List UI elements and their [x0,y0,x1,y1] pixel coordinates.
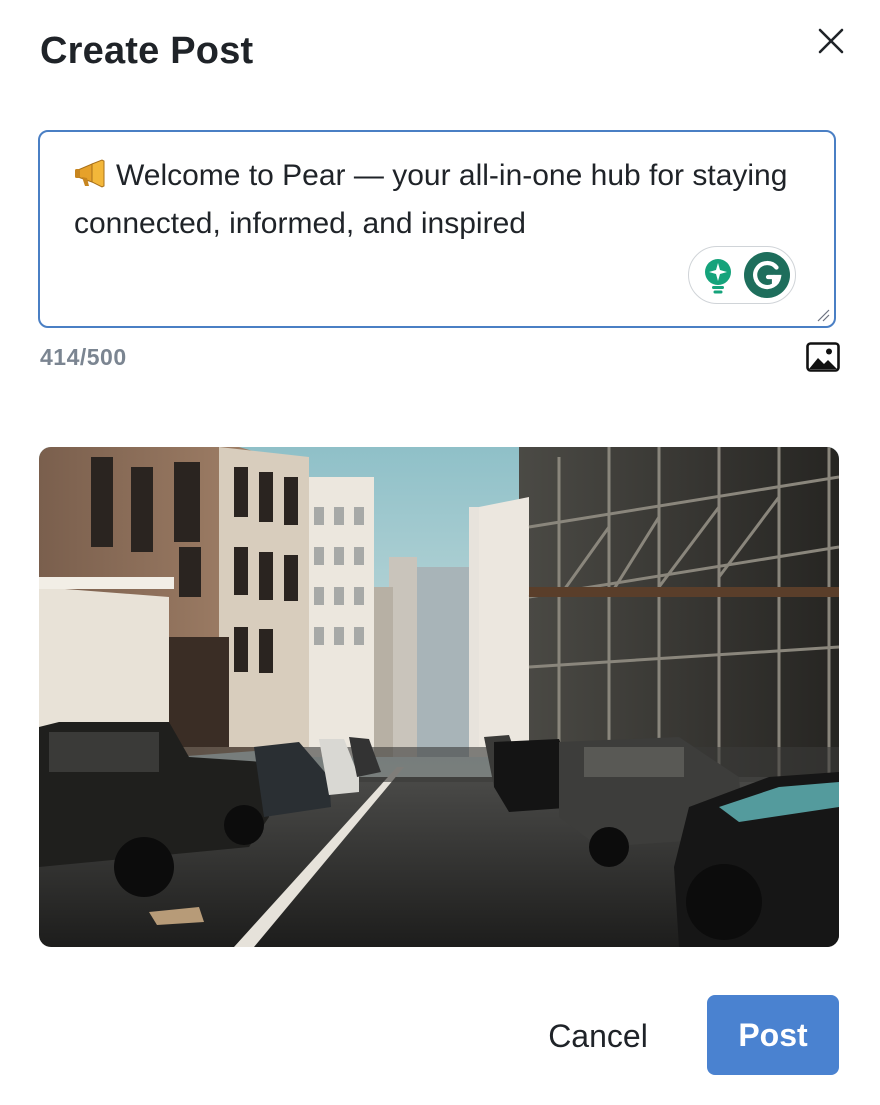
city-street-photo [39,447,839,947]
close-button[interactable] [812,22,850,60]
image-icon [806,342,840,372]
create-post-dialog: Create Post Welcome to Pear — your all-i… [0,0,880,1105]
add-image-button[interactable] [806,342,840,377]
post-text: Welcome to Pear — your all-in-one hub fo… [74,154,794,246]
grammarly-widget[interactable] [688,246,796,304]
dialog-title: Create Post [40,30,254,72]
character-counter: 414/500 [40,344,127,370]
post-text-area[interactable]: Welcome to Pear — your all-in-one hub fo… [38,130,836,328]
megaphone-icon [74,158,108,202]
resize-handle-icon[interactable] [816,308,830,322]
post-text-content: Welcome to Pear — your all-in-one hub fo… [74,159,788,240]
cancel-button[interactable]: Cancel [530,996,666,1076]
lightbulb-icon[interactable] [701,257,735,295]
close-icon [818,28,844,54]
grammarly-logo-icon[interactable] [743,251,791,299]
attached-photo[interactable] [39,447,839,947]
post-button[interactable]: Post [707,995,839,1075]
